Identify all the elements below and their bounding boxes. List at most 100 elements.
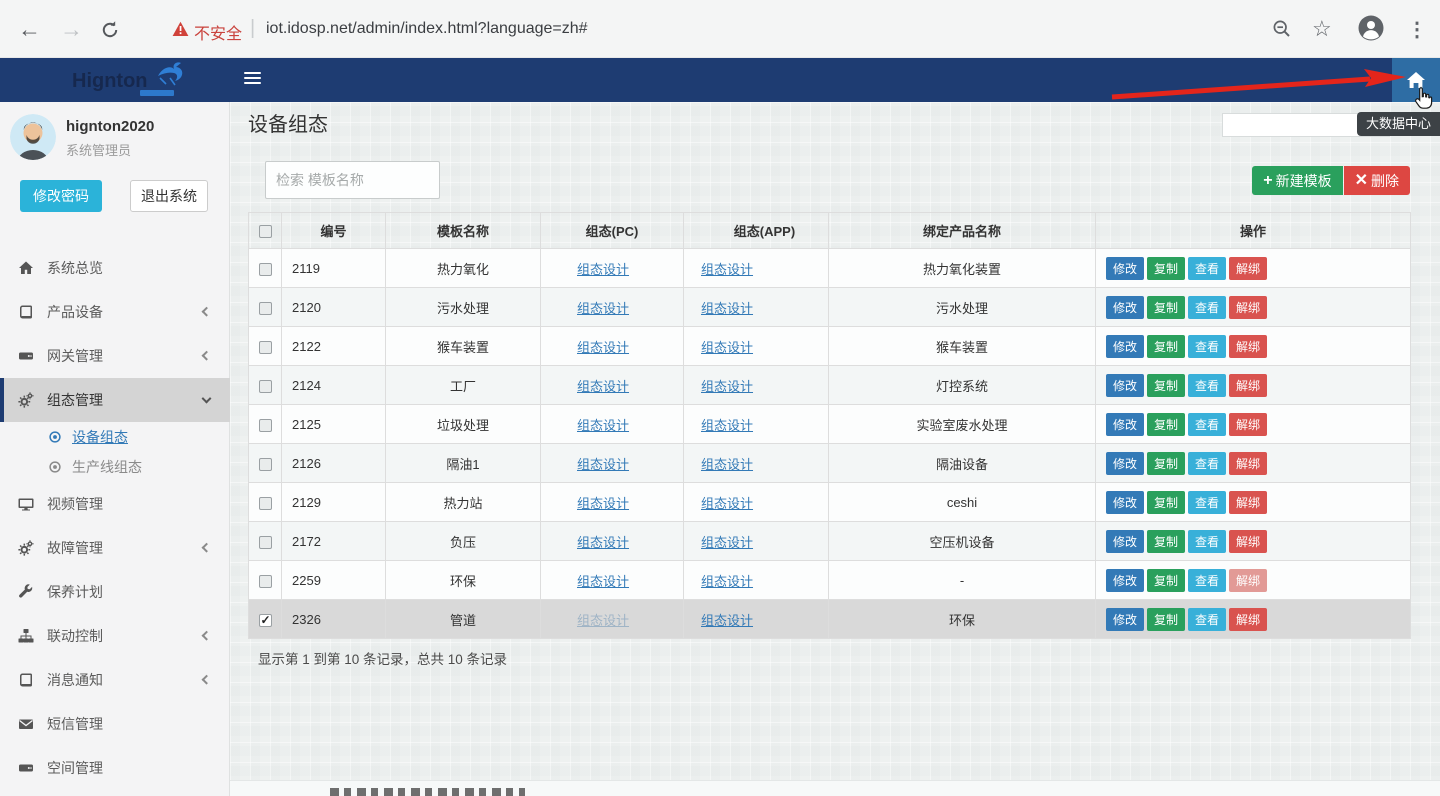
pc-config-link[interactable]: 组态设计 (577, 574, 629, 589)
copy-button[interactable]: 复制 (1147, 569, 1185, 592)
view-button[interactable]: 查看 (1188, 335, 1226, 358)
user-avatar[interactable] (10, 114, 56, 160)
edit-button[interactable]: 修改 (1106, 257, 1144, 280)
unbind-button[interactable]: 解绑 (1229, 413, 1267, 436)
sidebar-item[interactable]: 视频管理 (0, 482, 230, 526)
pc-config-link[interactable]: 组态设计 (577, 301, 629, 316)
sidebar-item[interactable]: 空间管理 (0, 746, 230, 790)
view-button[interactable]: 查看 (1188, 452, 1226, 475)
app-config-link[interactable]: 组态设计 (701, 262, 753, 277)
row-checkbox[interactable] (259, 575, 272, 588)
sidebar-item[interactable]: 故障管理 (0, 526, 230, 570)
url-text[interactable]: iot.idosp.net/admin/index.html?language=… (266, 20, 588, 38)
edit-button[interactable]: 修改 (1106, 374, 1144, 397)
row-checkbox[interactable] (259, 536, 272, 549)
unbind-button[interactable]: 解绑 (1229, 608, 1267, 631)
view-button[interactable]: 查看 (1188, 374, 1226, 397)
unbind-button[interactable]: 解绑 (1229, 335, 1267, 358)
view-button[interactable]: 查看 (1188, 530, 1226, 553)
sidebar-item[interactable]: 消息通知 (0, 658, 230, 702)
sidebar-subitem[interactable]: 生产线组态 (0, 452, 230, 482)
sidebar-item[interactable]: 产品设备 (0, 290, 230, 334)
view-button[interactable]: 查看 (1188, 569, 1226, 592)
copy-button[interactable]: 复制 (1147, 335, 1185, 358)
browser-profile-icon[interactable] (1358, 15, 1384, 41)
app-config-link[interactable]: 组态设计 (701, 535, 753, 550)
bookmark-star-icon[interactable]: ☆ (1312, 16, 1332, 42)
browser-forward-icon[interactable]: → (60, 16, 83, 42)
row-checkbox[interactable] (259, 614, 272, 627)
new-template-button[interactable]: +新建模板 (1252, 166, 1342, 195)
app-config-link[interactable]: 组态设计 (701, 496, 753, 511)
copy-button[interactable]: 复制 (1147, 608, 1185, 631)
copy-button[interactable]: 复制 (1147, 491, 1185, 514)
sidebar-item[interactable]: 联动控制 (0, 614, 230, 658)
copy-button[interactable]: 复制 (1147, 413, 1185, 436)
sidebar-item[interactable]: 系统总览 (0, 246, 230, 290)
view-button[interactable]: 查看 (1188, 491, 1226, 514)
copy-button[interactable]: 复制 (1147, 296, 1185, 319)
zoom-out-icon[interactable] (1272, 19, 1292, 39)
app-config-link[interactable]: 组态设计 (701, 613, 753, 628)
edit-button[interactable]: 修改 (1106, 335, 1144, 358)
edit-button[interactable]: 修改 (1106, 530, 1144, 553)
pc-config-link[interactable]: 组态设计 (577, 535, 629, 550)
sidebar-item[interactable]: 保养计划 (0, 570, 230, 614)
unbind-button[interactable]: 解绑 (1229, 374, 1267, 397)
row-checkbox[interactable] (259, 419, 272, 432)
sidebar-item[interactable]: 短信管理 (0, 702, 230, 746)
home-button[interactable] (1392, 58, 1440, 102)
logout-button[interactable]: 退出系统 (130, 180, 208, 212)
edit-button[interactable]: 修改 (1106, 296, 1144, 319)
edit-button[interactable]: 修改 (1106, 413, 1144, 436)
unbind-button[interactable]: 解绑 (1229, 257, 1267, 280)
row-checkbox[interactable] (259, 380, 272, 393)
sidebar-subitem[interactable]: 设备组态 (0, 422, 230, 452)
app-config-link[interactable]: 组态设计 (701, 457, 753, 472)
unbind-button[interactable]: 解绑 (1229, 530, 1267, 553)
view-button[interactable]: 查看 (1188, 296, 1226, 319)
row-checkbox[interactable] (259, 458, 272, 471)
edit-button[interactable]: 修改 (1106, 569, 1144, 592)
browser-menu-icon[interactable]: ⋮ (1407, 17, 1427, 42)
security-warning-label[interactable]: 不安全 (194, 20, 242, 44)
pc-config-link[interactable]: 组态设计 (577, 457, 629, 472)
unbind-button[interactable]: 解绑 (1229, 296, 1267, 319)
unbind-button[interactable]: 解绑 (1229, 491, 1267, 514)
pc-config-link[interactable]: 组态设计 (577, 379, 629, 394)
copy-button[interactable]: 复制 (1147, 374, 1185, 397)
pc-config-link[interactable]: 组态设计 (577, 418, 629, 433)
row-checkbox[interactable] (259, 341, 272, 354)
hamburger-menu-icon[interactable] (244, 72, 261, 87)
view-button[interactable]: 查看 (1188, 413, 1226, 436)
app-config-link[interactable]: 组态设计 (701, 418, 753, 433)
browser-back-icon[interactable]: ← (18, 16, 41, 42)
app-config-link[interactable]: 组态设计 (701, 340, 753, 355)
sidebar-item[interactable]: 网关管理 (0, 334, 230, 378)
sidebar-item[interactable]: 组态管理 (0, 378, 230, 422)
delete-button[interactable]: ✕删除 (1344, 166, 1410, 195)
view-button[interactable]: 查看 (1188, 257, 1226, 280)
view-button[interactable]: 查看 (1188, 608, 1226, 631)
edit-button[interactable]: 修改 (1106, 452, 1144, 475)
security-warning-icon[interactable] (172, 21, 189, 37)
pc-config-link[interactable]: 组态设计 (577, 613, 629, 628)
edit-button[interactable]: 修改 (1106, 491, 1144, 514)
hignton-logo[interactable]: Hignton (0, 58, 230, 102)
row-checkbox[interactable] (259, 497, 272, 510)
select-all-checkbox[interactable] (259, 225, 272, 238)
browser-reload-icon[interactable] (100, 20, 120, 40)
app-config-link[interactable]: 组态设计 (701, 574, 753, 589)
unbind-button[interactable]: 解绑 (1229, 569, 1267, 592)
copy-button[interactable]: 复制 (1147, 452, 1185, 475)
app-config-link[interactable]: 组态设计 (701, 379, 753, 394)
pc-config-link[interactable]: 组态设计 (577, 340, 629, 355)
copy-button[interactable]: 复制 (1147, 530, 1185, 553)
unbind-button[interactable]: 解绑 (1229, 452, 1267, 475)
pc-config-link[interactable]: 组态设计 (577, 262, 629, 277)
template-search-input[interactable] (265, 161, 440, 199)
row-checkbox[interactable] (259, 263, 272, 276)
edit-button[interactable]: 修改 (1106, 608, 1144, 631)
change-password-button[interactable]: 修改密码 (20, 180, 102, 212)
pc-config-link[interactable]: 组态设计 (577, 496, 629, 511)
